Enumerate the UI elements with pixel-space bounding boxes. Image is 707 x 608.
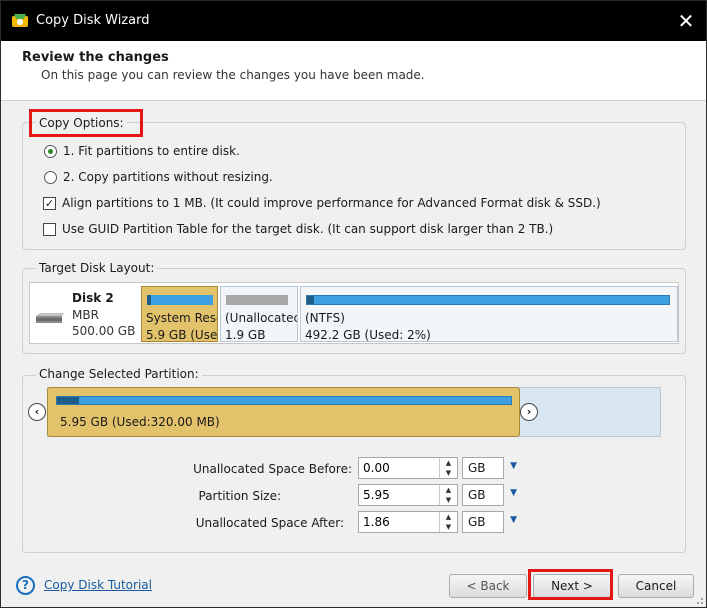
chevron-down-icon: ▼ [510, 461, 517, 471]
close-icon: ✕ [677, 9, 695, 33]
disk-size: 500.00 GB [72, 324, 136, 338]
close-button[interactable]: ✕ [674, 9, 698, 33]
align-1mb-checkbox[interactable]: ✓ [43, 196, 56, 210]
partition-size: 1.9 GB [225, 328, 266, 342]
unit-label: GB [468, 488, 486, 502]
partition-size-unit[interactable]: GB ▼ [462, 484, 517, 506]
hard-disk-icon [36, 313, 64, 323]
partition-size-field: ▲▼ [358, 484, 458, 506]
option-use-gpt[interactable]: Use GUID Partition Table for the target … [43, 222, 553, 236]
title-bar: Copy Disk Wizard ✕ [1, 1, 706, 41]
unallocated-after-field: ▲▼ [358, 511, 458, 533]
partition-label: (NTFS) [305, 311, 345, 325]
partition-size: 5.9 GB (Used [146, 328, 218, 342]
partition-usage-bar [56, 396, 512, 405]
partition-system-reserved[interactable]: System Rese 5.9 GB (Used [141, 286, 218, 342]
option-copy-without-resizing[interactable]: 2. Copy partitions without resizing. [44, 170, 273, 184]
copy-without-resizing-label: 2. Copy partitions without resizing. [63, 170, 273, 184]
partition-label: (Unallocatec [225, 311, 298, 325]
increase-button[interactable]: ▲ [440, 512, 457, 522]
partition-size-text: 5.95 GB (Used:320.00 MB) [60, 415, 220, 429]
use-gpt-checkbox[interactable] [43, 222, 56, 236]
chevron-right-icon: › [526, 405, 532, 418]
align-1mb-label: Align partitions to 1 MB. (It could impr… [62, 196, 601, 210]
next-button-highlight [528, 569, 613, 600]
unallocated-before-field: ▲▼ [358, 457, 458, 479]
page-subtitle: On this page you can review the changes … [41, 68, 425, 82]
disk-type: MBR [72, 308, 99, 322]
target-disk-layout-legend: Target Disk Layout: [36, 261, 158, 275]
partition-unallocated[interactable]: (Unallocatec 1.9 GB [220, 286, 298, 342]
chevron-down-icon: ▼ [510, 488, 517, 498]
partition-size: 492.2 GB (Used: 2%) [305, 328, 431, 342]
option-align-1mb[interactable]: ✓ Align partitions to 1 MB. (It could im… [43, 196, 601, 210]
unallocated-before-unit[interactable]: GB ▼ [462, 457, 517, 479]
copy-options-highlight [29, 109, 143, 137]
page-title: Review the changes [22, 50, 169, 65]
unallocated-after-label: Unallocated Space After: [195, 516, 344, 530]
unit-label: GB [468, 515, 486, 529]
move-left-button[interactable]: ‹ [28, 403, 46, 421]
cancel-button[interactable]: Cancel [618, 574, 694, 598]
disk-name: Disk 2 [72, 291, 114, 305]
page-header: Review the changes On this page you can … [1, 41, 706, 101]
unallocated-after-unit[interactable]: GB ▼ [462, 511, 517, 533]
move-right-button[interactable]: › [520, 403, 538, 421]
help-icon[interactable]: ? [16, 576, 35, 595]
fit-partitions-radio[interactable] [44, 144, 57, 158]
unallocated-before-label: Unallocated Space Before: [193, 462, 352, 476]
partition-size-label: Partition Size: [198, 489, 282, 503]
resize-grip-icon[interactable] [694, 595, 704, 605]
partition-usage-bar [306, 295, 670, 305]
unit-label: GB [468, 461, 486, 475]
unallocated-before-input[interactable] [361, 460, 437, 476]
use-gpt-label: Use GUID Partition Table for the target … [62, 222, 554, 236]
fit-partitions-label: 1. Fit partitions to entire disk. [63, 144, 240, 158]
change-partition-legend: Change Selected Partition: [36, 367, 202, 381]
option-fit-partitions[interactable]: 1. Fit partitions to entire disk. [44, 144, 240, 158]
chevron-left-icon: ‹ [34, 405, 40, 418]
disk-map-row: Disk 2 MBR 500.00 GB System Rese 5.9 GB … [29, 282, 679, 344]
decrease-button[interactable]: ▼ [440, 495, 457, 505]
chevron-down-icon: ▼ [510, 515, 517, 525]
partition-label: System Rese [146, 311, 218, 325]
copy-disk-wizard-window: Copy Disk Wizard ✕ Review the changes On… [0, 0, 707, 608]
decrease-button[interactable]: ▼ [440, 468, 457, 478]
copy-without-resizing-radio[interactable] [44, 170, 57, 184]
decrease-button[interactable]: ▼ [440, 522, 457, 532]
partition-size-input[interactable] [361, 487, 437, 503]
window-title: Copy Disk Wizard [36, 13, 150, 28]
back-button[interactable]: < Back [449, 574, 527, 598]
partition-usage-bar [226, 295, 288, 305]
increase-button[interactable]: ▲ [440, 485, 457, 495]
partition-ntfs[interactable]: (NTFS) 492.2 GB (Used: 2%) [300, 286, 678, 342]
increase-button[interactable]: ▲ [440, 458, 457, 468]
unallocated-after-input[interactable] [361, 514, 437, 530]
partition-resize-handle[interactable]: 5.95 GB (Used:320.00 MB) [47, 387, 520, 437]
copy-disk-tutorial-link[interactable]: Copy Disk Tutorial [44, 578, 152, 592]
app-icon [12, 14, 28, 27]
partition-usage-bar [147, 295, 213, 305]
